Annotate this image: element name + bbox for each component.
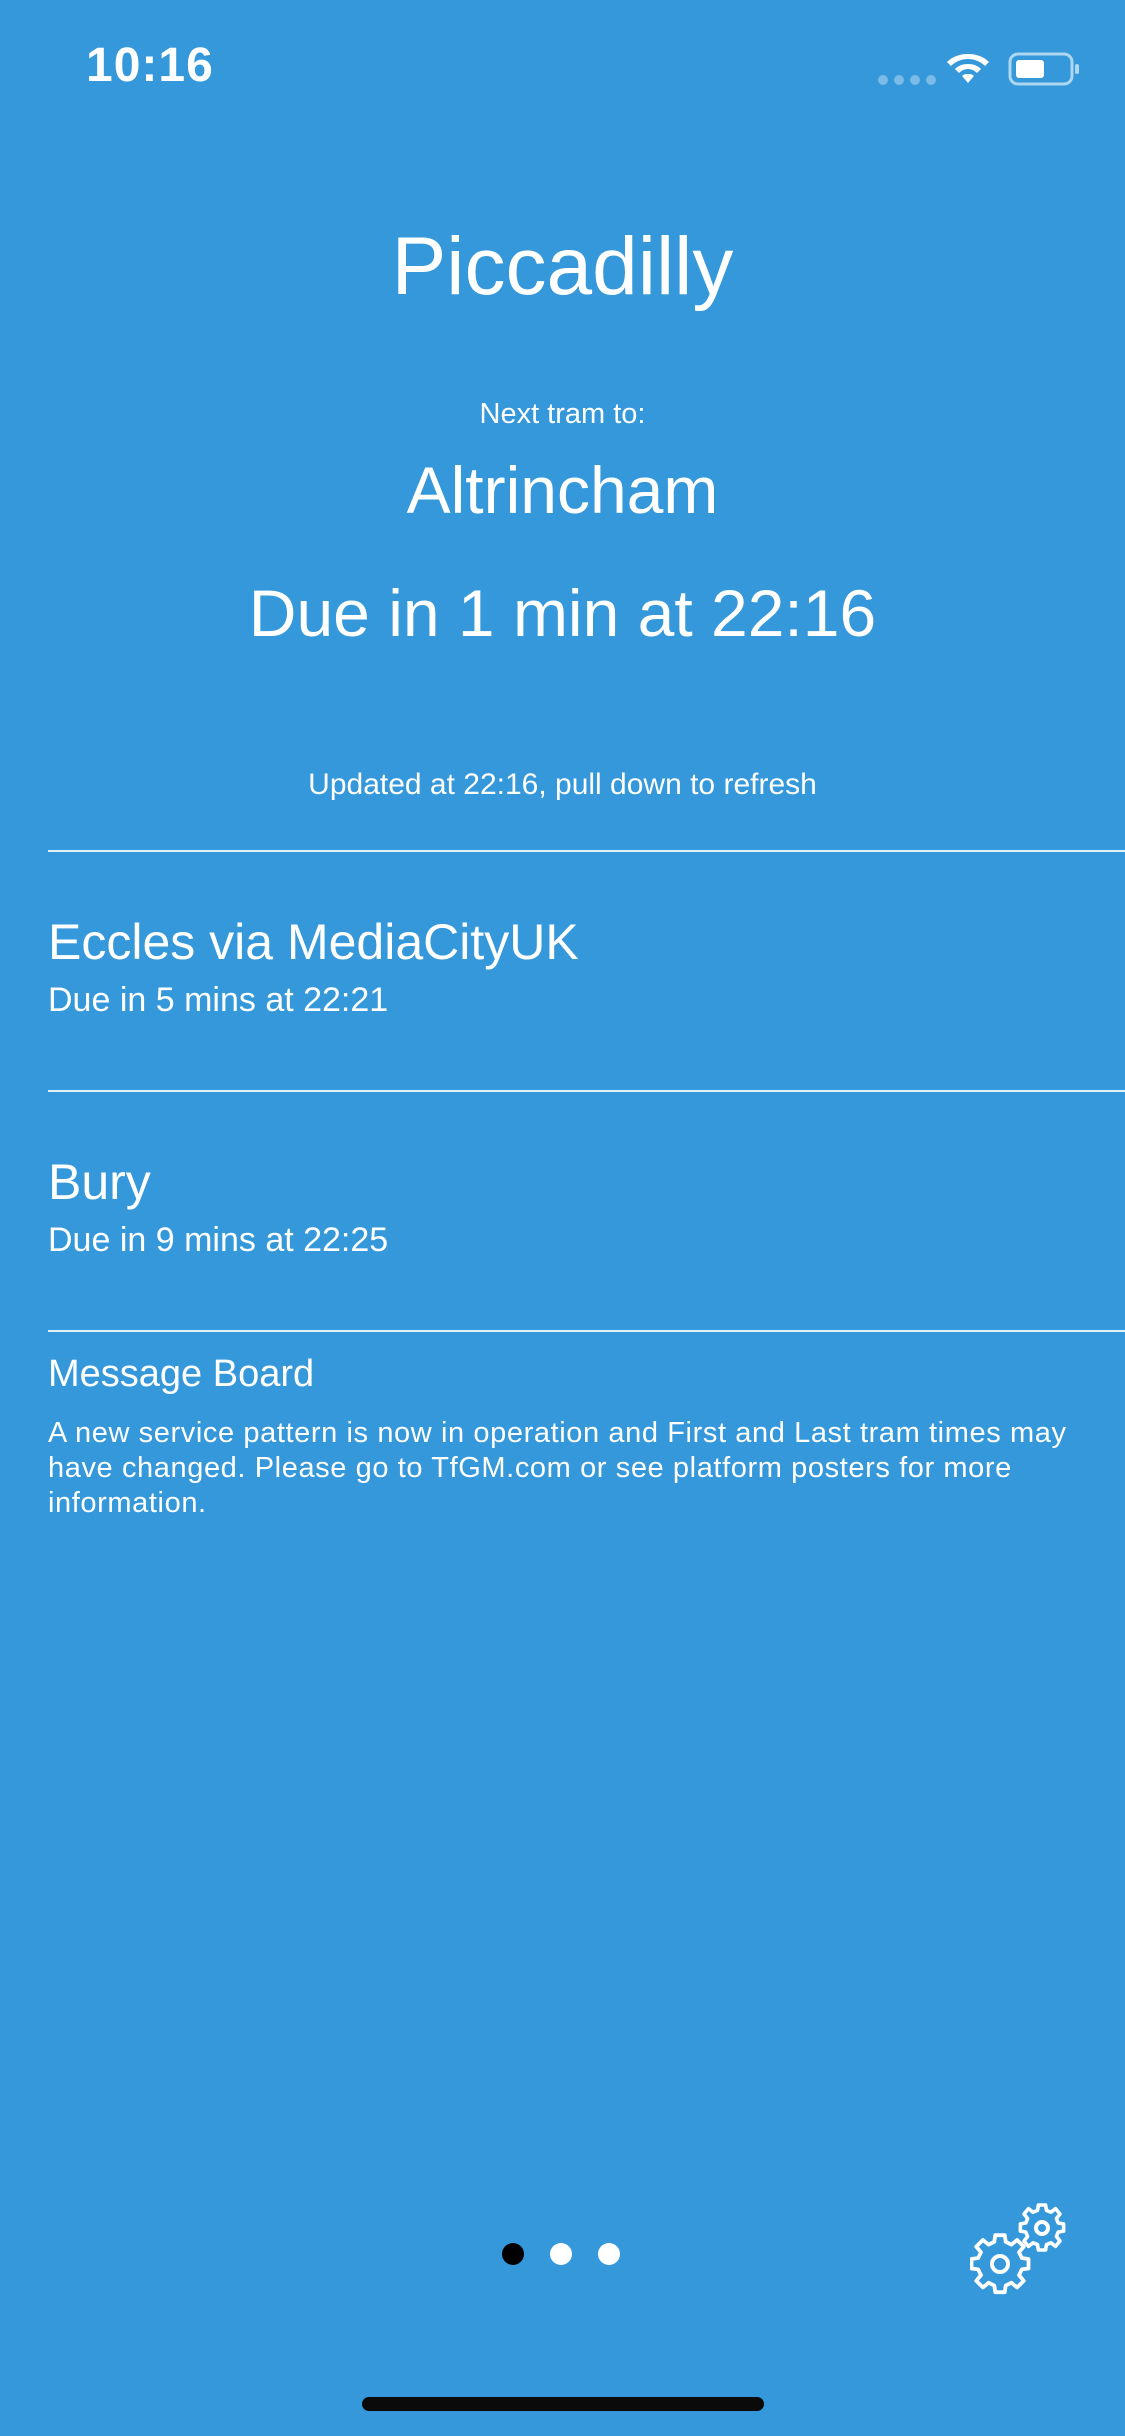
page-dot[interactable] — [550, 2243, 572, 2265]
divider — [48, 1330, 1125, 1332]
divider — [48, 1090, 1125, 1092]
wifi-icon — [947, 54, 989, 83]
message-board-text: A new service pattern is now in operatio… — [48, 1417, 1067, 1519]
tram-list-item[interactable]: Bury Due in 9 mins at 22:25 — [48, 1152, 1078, 1262]
page-dot-active[interactable] — [502, 2243, 524, 2265]
tram-destination: Eccles via MediaCityUK — [48, 914, 579, 970]
next-tram-due: Due in 1 min at 22:16 — [248, 576, 877, 650]
status-time: 10:16 — [86, 39, 214, 92]
divider — [48, 850, 1125, 852]
page-indicator[interactable] — [502, 2243, 620, 2265]
gear-icon[interactable] — [970, 2200, 1070, 2300]
tram-list-item[interactable]: Eccles via MediaCityUK Due in 5 mins at … — [48, 912, 1078, 1022]
page-dot[interactable] — [598, 2243, 620, 2265]
tram-destination: Bury — [48, 1154, 151, 1210]
refresh-hint: Updated at 22:16, pull down to refresh — [308, 768, 817, 801]
next-tram-label: Next tram to: — [479, 398, 646, 430]
tram-due-time: Due in 5 mins at 22:21 — [48, 981, 389, 1019]
battery-icon — [1008, 52, 1079, 86]
home-indicator[interactable] — [362, 2397, 764, 2411]
cellular-signal-icon — [878, 75, 936, 85]
tram-due-time: Due in 9 mins at 22:25 — [48, 1221, 389, 1259]
status-bar: 10:16 — [0, 0, 1125, 140]
message-board: Message Board A new service pattern is n… — [48, 1350, 1088, 1521]
message-board-title: Message Board — [48, 1353, 315, 1395]
next-tram-destination: Altrincham — [406, 453, 719, 527]
station-title: Piccadilly — [391, 221, 734, 312]
